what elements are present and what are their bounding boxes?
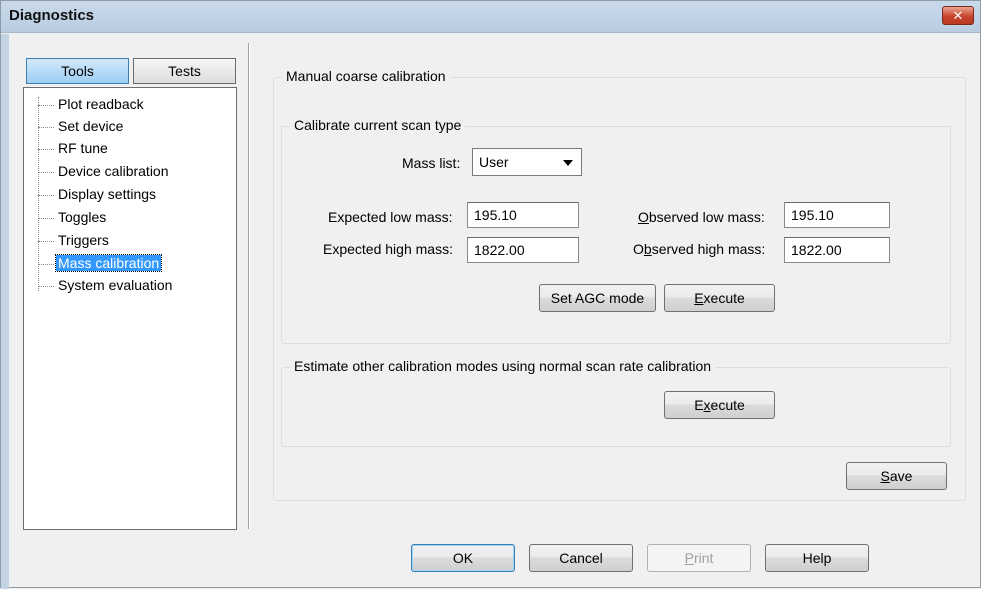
cancel-button[interactable]: Cancel	[529, 544, 633, 572]
print-accel: P	[684, 550, 694, 566]
tree-item-toggles[interactable]: Toggles	[38, 207, 108, 227]
print-button[interactable]: Print	[647, 544, 751, 572]
observed-high-label-accel: b	[643, 241, 652, 257]
tree-item-label: Plot readback	[58, 96, 144, 112]
tree-item-label: Display settings	[58, 186, 157, 202]
close-button[interactable]: ✕	[942, 6, 974, 25]
tree-dash	[38, 194, 54, 196]
tree-dash	[38, 263, 54, 265]
observed-low-label-post: bserved low mass:	[648, 209, 765, 225]
observed-high-input[interactable]: 1822.00	[784, 237, 890, 263]
mass-list-label: Mass list:	[402, 155, 461, 171]
tools-tree[interactable]: Plot readback Set device RF tune Device …	[23, 87, 237, 530]
observed-high-label: Observed high mass:	[633, 240, 765, 258]
estimate-modes-legend: Estimate other calibration modes using n…	[290, 358, 716, 374]
tree-dash	[38, 104, 54, 106]
tree-item-rf-tune[interactable]: RF tune	[38, 138, 110, 158]
expected-low-input[interactable]: 195.10	[467, 202, 579, 228]
help-button[interactable]: Help	[765, 544, 869, 572]
execute-estimate-pre: E	[694, 397, 704, 413]
tree-item-set-device[interactable]: Set device	[38, 116, 125, 136]
tree-dash	[38, 126, 54, 128]
tree-item-label: RF tune	[58, 140, 108, 156]
print-rest: rint	[693, 550, 714, 566]
tree-item-device-calibration[interactable]: Device calibration	[38, 161, 171, 181]
execute-estimate-post: ecute	[710, 397, 745, 413]
tree-item-label: Mass calibration	[54, 254, 163, 272]
tree-item-label: Device calibration	[58, 163, 169, 179]
tree-dash	[38, 285, 54, 287]
close-icon: ✕	[952, 8, 964, 23]
tab-tools[interactable]: Tools	[26, 58, 129, 84]
tree-dash	[38, 240, 54, 242]
panel-separator	[248, 43, 250, 529]
tab-tests[interactable]: Tests	[133, 58, 236, 84]
tree-item-plot-readback[interactable]: Plot readback	[38, 94, 146, 114]
window-frame-left	[1, 34, 9, 589]
observed-low-input[interactable]: 195.10	[784, 202, 890, 228]
title-bar[interactable]: Diagnostics ✕	[1, 1, 980, 33]
set-agc-mode-button[interactable]: Set AGC mode	[539, 284, 656, 312]
tree-item-label: Set device	[58, 118, 124, 134]
tree-dash	[38, 217, 54, 219]
tree-dash	[38, 148, 54, 150]
tree-item-system-evaluation[interactable]: System evaluation	[38, 275, 174, 295]
execute-estimate-accel: x	[703, 397, 711, 413]
window-title: Diagnostics	[9, 7, 95, 24]
tree-dash	[38, 171, 54, 173]
tree-item-mass-calibration[interactable]: Mass calibration	[38, 253, 163, 273]
tree-item-label: Triggers	[58, 232, 109, 248]
ok-button[interactable]: OK	[411, 544, 515, 572]
save-accel: S	[880, 468, 890, 484]
execute-current-button[interactable]: Execute	[664, 284, 775, 312]
execute-current-accel: E	[694, 290, 704, 306]
mass-list-select[interactable]: User	[472, 148, 582, 176]
tree-item-label: System evaluation	[58, 277, 173, 293]
observed-high-label-pre: O	[633, 241, 644, 257]
tree-item-display-settings[interactable]: Display settings	[38, 184, 158, 204]
tree-item-label: Toggles	[58, 209, 107, 225]
observed-high-label-post: served high mass:	[651, 241, 766, 257]
chevron-down-icon	[563, 160, 573, 166]
estimate-modes-group: Estimate other calibration modes using n…	[281, 358, 951, 447]
observed-low-label-accel: O	[638, 209, 649, 225]
observed-low-label: Observed low mass:	[638, 208, 765, 226]
current-scan-legend: Calibrate current scan type	[290, 117, 466, 133]
execute-current-rest: xecute	[703, 290, 745, 306]
tree-item-triggers[interactable]: Triggers	[38, 230, 111, 250]
manual-calibration-legend: Manual coarse calibration	[282, 68, 450, 84]
execute-estimate-button[interactable]: Execute	[664, 391, 775, 419]
expected-high-label: Expected high mass:	[323, 241, 453, 257]
mass-list-value: User	[479, 154, 509, 170]
expected-low-label: Expected low mass:	[328, 209, 453, 225]
save-rest: ave	[889, 468, 913, 484]
save-button[interactable]: Save	[846, 462, 947, 490]
expected-high-input[interactable]: 1822.00	[467, 237, 579, 263]
diagnostics-window: Diagnostics ✕ Tools Tests Plot readback …	[0, 0, 981, 589]
